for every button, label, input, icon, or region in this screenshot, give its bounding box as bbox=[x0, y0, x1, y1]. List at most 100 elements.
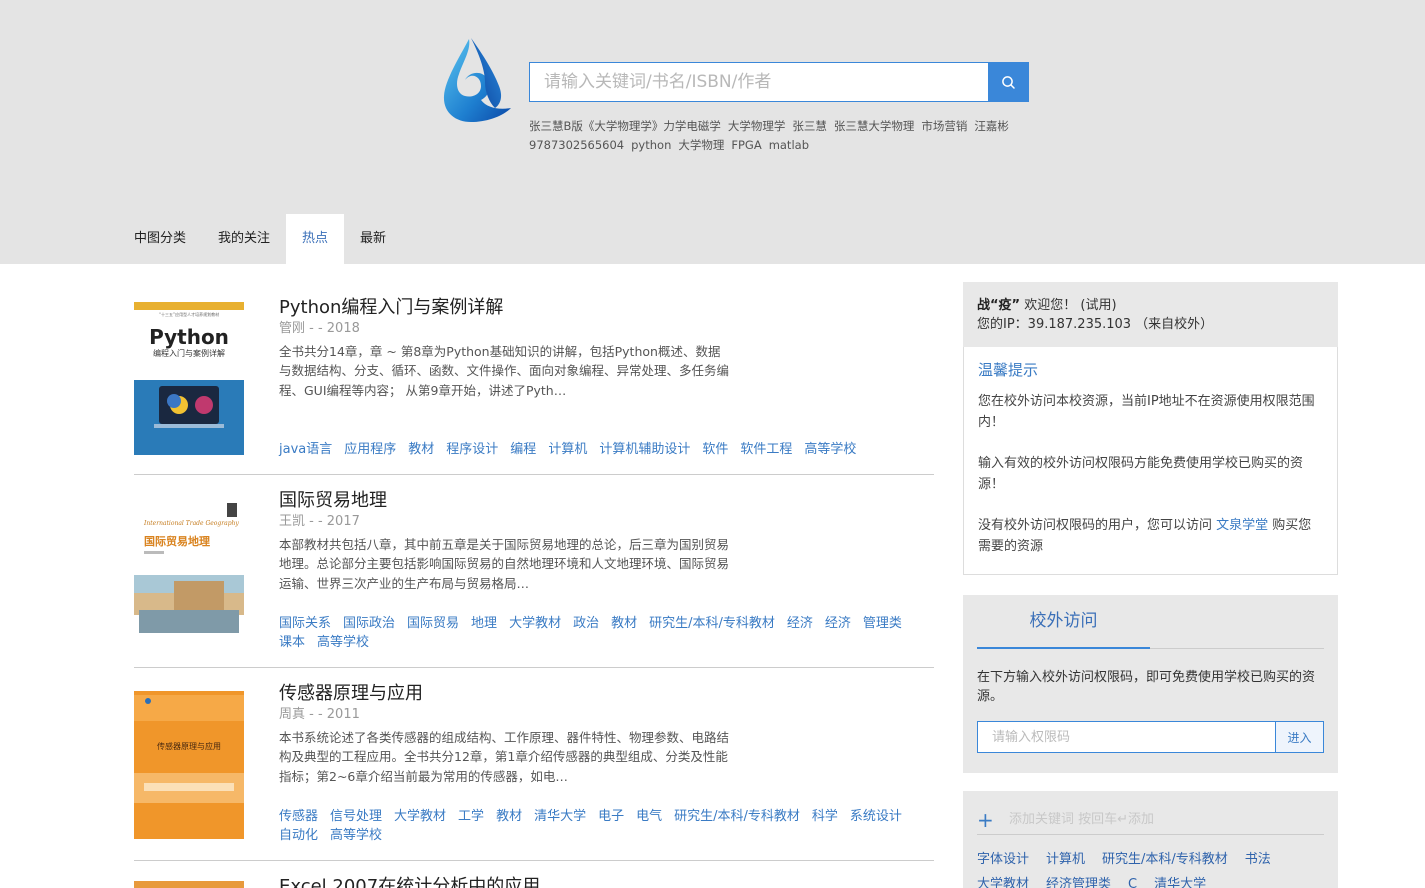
book-tag[interactable]: 自动化 bbox=[279, 826, 318, 845]
book-title[interactable]: 国际贸易地理 bbox=[279, 488, 934, 514]
book-tag[interactable]: 清华大学 bbox=[534, 807, 586, 826]
book-tag[interactable]: 大学教材 bbox=[394, 807, 446, 826]
book-tag[interactable]: 研究生/本科/专科教材 bbox=[649, 614, 775, 633]
book-tag[interactable]: 教材 bbox=[611, 614, 637, 633]
offcampus-access-panel: 校外访问 在下方输入校外访问权限码，即可免费使用学校已购买的资源。 进入 bbox=[963, 595, 1338, 773]
book-tag[interactable]: 电子 bbox=[598, 807, 624, 826]
book-title[interactable]: 传感器原理与应用 bbox=[279, 681, 934, 707]
keyword-tag[interactable]: 大学教材 bbox=[977, 872, 1029, 888]
keyword-tag[interactable]: 字体设计 bbox=[977, 847, 1029, 872]
book-tags: java语言 应用程序 教材 程序设计 编程 计算机 计算机辅助设计 软件 软件工程 高等学校 bbox=[279, 440, 914, 459]
hot-keyword[interactable]: matlab bbox=[769, 138, 809, 152]
keyword-tag[interactable]: 研究生/本科/专科教材 bbox=[1102, 847, 1228, 872]
keyword-tag[interactable]: 经济管理类 bbox=[1046, 872, 1111, 888]
book-tag[interactable]: 高等学校 bbox=[804, 440, 856, 459]
book-tag[interactable]: 研究生/本科/专科教材 bbox=[674, 807, 800, 826]
keyword-tags-panel: + 字体设计计算机研究生/本科/专科教材书法大学教材 经济管理类 C 清华大学 bbox=[963, 791, 1338, 888]
book-tag[interactable]: 管理类 bbox=[863, 614, 902, 633]
book-tag[interactable]: 软件工程 bbox=[740, 440, 792, 459]
tip-text-part: 没有校外访问权限码的用户，您可以访问 bbox=[978, 518, 1217, 533]
book-tag[interactable]: 教材 bbox=[408, 440, 434, 459]
welcome-panel: 战“疫” 欢迎您！ (试用) 您的IP：39.187.235.103 （来自校外… bbox=[963, 282, 1338, 348]
book-tag[interactable]: 电气 bbox=[636, 807, 662, 826]
search-button[interactable] bbox=[988, 62, 1029, 102]
access-code-input[interactable] bbox=[977, 721, 1275, 753]
book-tag[interactable]: 传感器 bbox=[279, 807, 318, 826]
book-tag[interactable]: 工学 bbox=[458, 807, 484, 826]
search-input[interactable] bbox=[529, 62, 988, 102]
book-tag[interactable]: 国际关系 bbox=[279, 614, 331, 633]
book-tag[interactable]: 教材 bbox=[496, 807, 522, 826]
tip-panel: 温馨提示 您在校外访问本校资源，当前IP地址不在资源使用权限范围内！ 输入有效的… bbox=[963, 347, 1338, 575]
book-tag[interactable]: 国际贸易 bbox=[407, 614, 459, 633]
book-title[interactable]: Excel 2007在统计分析中的应用 bbox=[279, 874, 934, 888]
hot-keyword[interactable]: 张三慧大学物理 bbox=[834, 119, 915, 133]
search-bar bbox=[529, 62, 1029, 102]
cover-title-sub: 编程入门与案例详解 bbox=[153, 348, 225, 358]
hot-keyword[interactable]: 张三慧B版《大学物理学》力学电磁学 bbox=[529, 119, 721, 133]
wenquan-link[interactable]: 文泉学堂 bbox=[1216, 518, 1268, 533]
cover-series-text: “十三五”应用型人才培养规划教材 bbox=[159, 311, 219, 317]
book-tag[interactable]: 国际政治 bbox=[343, 614, 395, 633]
hot-keyword[interactable]: 汪嘉彬 bbox=[974, 119, 1009, 133]
user-name: 战“疫” bbox=[977, 298, 1021, 313]
book-cover[interactable]: International Trade Geography 国际贸易地理 bbox=[134, 495, 244, 648]
book-title[interactable]: Python编程入门与案例详解 bbox=[279, 295, 934, 321]
hot-keyword[interactable]: FPGA bbox=[731, 138, 761, 152]
book-tag[interactable]: 应用程序 bbox=[344, 440, 396, 459]
book-tag[interactable]: 经济 bbox=[825, 614, 851, 633]
book-tag[interactable]: 政治 bbox=[573, 614, 599, 633]
book-summary: 本书系统论述了各类传感器的组成结构、工作原理、器件特性、物理参数、电路结构及典型… bbox=[279, 730, 729, 784]
book-cover[interactable]: 传感器原理与应用 bbox=[134, 691, 244, 844]
book-tag[interactable]: 编程 bbox=[510, 440, 536, 459]
book-tag[interactable]: java语言 bbox=[279, 440, 332, 459]
book-cover[interactable] bbox=[134, 881, 244, 888]
book-tags: 国际关系 国际政治 国际贸易 地理 大学教材 政治 教材 研究生/本科/专科教材 经济 经济 管理类… bbox=[279, 614, 914, 652]
ip-info: 您的IP：39.187.235.103 （来自校外） bbox=[977, 317, 1214, 332]
tab-hot[interactable]: 热点 bbox=[286, 214, 345, 264]
book-tags: 传感器 信号处理 大学教材 工学 教材 清华大学 电子 电气 研究生/本科/专科教材 科学 系统设计… bbox=[279, 807, 914, 845]
tab-latest[interactable]: 最新 bbox=[344, 214, 402, 264]
plus-icon[interactable]: + bbox=[977, 810, 1009, 830]
hot-keyword[interactable]: 9787302565604 bbox=[529, 138, 624, 152]
book-tag[interactable]: 大学教材 bbox=[509, 614, 561, 633]
book-tag[interactable]: 经济 bbox=[787, 614, 813, 633]
page-header: 张三慧B版《大学物理学》力学电磁学大学物理学张三慧张三慧大学物理市场营销汪嘉彬 … bbox=[0, 0, 1425, 264]
book-tag[interactable]: 地理 bbox=[471, 614, 497, 633]
book-tag[interactable]: 计算机辅助设计 bbox=[599, 440, 690, 459]
cover-title-big: 国际贸易地理 bbox=[144, 534, 210, 548]
book-item: “十三五”应用型人才培养规划教材 Python 编程入门与案例详解 Python… bbox=[134, 282, 934, 475]
book-item: 传感器原理与应用 传感器原理与应用 周真 - - 2011 本书系统论述了各类传… bbox=[134, 668, 934, 861]
tab-classification[interactable]: 中图分类 bbox=[118, 214, 202, 264]
keyword-tag[interactable]: 计算机 bbox=[1046, 847, 1085, 872]
book-tag[interactable]: 科学 bbox=[812, 807, 838, 826]
keyword-tag[interactable]: 书法 bbox=[1245, 847, 1271, 872]
book-tag[interactable]: 软件 bbox=[702, 440, 728, 459]
tip-text: 您在校外访问本校资源，当前IP地址不在资源使用权限范围内！ bbox=[978, 394, 1315, 430]
keyword-tag[interactable]: 清华大学 bbox=[1154, 872, 1206, 888]
keyword-tag[interactable]: C bbox=[1128, 872, 1137, 888]
hot-keyword[interactable]: 张三慧 bbox=[792, 119, 827, 133]
book-tag[interactable]: 高等学校 bbox=[317, 633, 369, 652]
hot-keyword[interactable]: 大学物理学 bbox=[728, 119, 786, 133]
book-tag[interactable]: 计算机 bbox=[548, 440, 587, 459]
book-tag[interactable]: 系统设计 bbox=[850, 807, 902, 826]
access-desc: 在下方输入校外访问权限码，即可免费使用学校已购买的资源。 bbox=[977, 670, 1316, 704]
book-meta: 管刚 - - 2018 bbox=[279, 321, 360, 336]
book-tag[interactable]: 程序设计 bbox=[446, 440, 498, 459]
cover-title-big: Python bbox=[149, 325, 229, 349]
hot-keyword[interactable]: 市场营销 bbox=[921, 119, 967, 133]
tip-text: 没有校外访问权限码的用户，您可以访问 文泉学堂 购买您需要的资源 bbox=[978, 515, 1323, 557]
hot-keyword[interactable]: 大学物理 bbox=[678, 138, 724, 152]
tab-my-follows[interactable]: 我的关注 bbox=[202, 214, 286, 264]
book-tag[interactable]: 信号处理 bbox=[330, 807, 382, 826]
app-logo-icon[interactable] bbox=[441, 36, 513, 126]
add-keyword-row: + bbox=[977, 805, 1324, 835]
book-tag[interactable]: 高等学校 bbox=[330, 826, 382, 845]
book-tag[interactable]: 课本 bbox=[279, 633, 305, 652]
enter-button[interactable]: 进入 bbox=[1275, 721, 1324, 753]
add-keyword-input[interactable] bbox=[1009, 812, 1309, 827]
book-meta: 周真 - - 2011 bbox=[279, 707, 360, 722]
hot-keyword[interactable]: python bbox=[631, 138, 671, 152]
book-cover[interactable]: “十三五”应用型人才培养规划教材 Python 编程入门与案例详解 bbox=[134, 302, 244, 455]
